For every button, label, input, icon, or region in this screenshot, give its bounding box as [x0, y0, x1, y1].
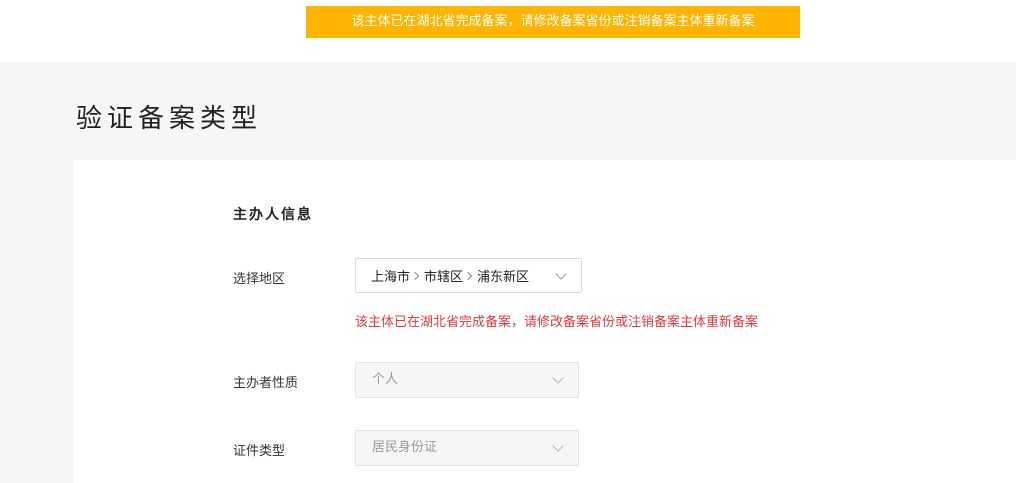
id-type-value: 居民身份证 — [372, 440, 438, 455]
region-province: 上海市 — [371, 270, 411, 285]
id-type-label: 证件类型 — [233, 444, 286, 459]
organizer-type-label: 主办者性质 — [233, 376, 299, 391]
chevron-right-icon — [410, 271, 420, 280]
chevron-down-icon — [552, 440, 564, 452]
region-cascader[interactable]: 上海市 市辖区 浦东新区 — [355, 258, 582, 293]
organizer-type-select[interactable]: 个人 — [355, 362, 579, 398]
region-city: 市辖区 — [424, 270, 464, 285]
section-title: 主办人信息 — [233, 207, 313, 223]
page-title: 验证备案类型 — [76, 104, 263, 134]
chevron-right-icon — [463, 271, 473, 280]
region-label: 选择地区 — [233, 272, 286, 287]
region-error-message: 该主体已在湖北省完成备案，请修改备案省份或注销备案主体重新备案 — [355, 315, 759, 330]
organizer-type-value: 个人 — [372, 372, 399, 387]
id-type-select[interactable]: 居民身份证 — [355, 430, 579, 466]
chevron-down-icon — [552, 372, 564, 384]
warning-banner: 该主体已在湖北省完成备案，请修改备案省份或注销备案主体重新备案 — [306, 6, 800, 38]
region-district: 浦东新区 — [477, 270, 530, 285]
chevron-down-icon — [555, 268, 567, 280]
